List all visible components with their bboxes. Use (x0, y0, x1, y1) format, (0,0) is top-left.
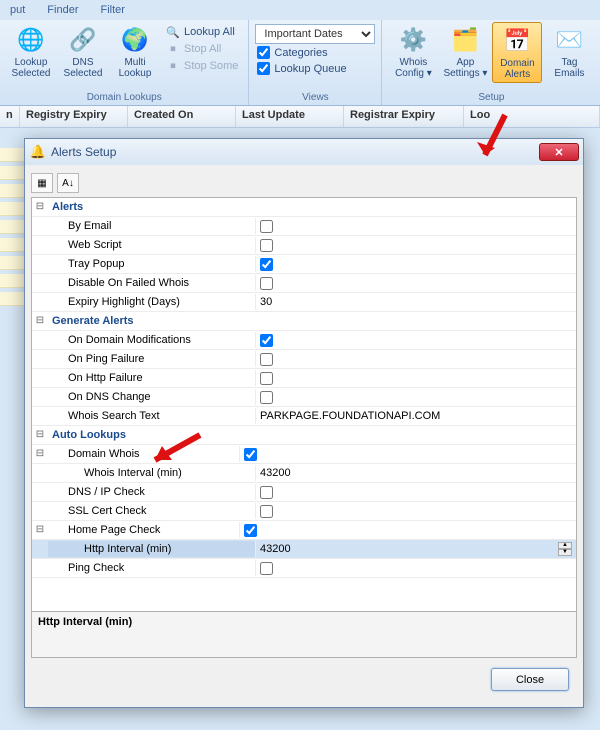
prop-by-email[interactable]: By Email (32, 217, 576, 236)
http-interval-spinner[interactable]: 43200 ▲▼ (260, 542, 572, 556)
prop-home-page[interactable]: ⊟Home Page Check (32, 521, 576, 540)
collapse-icon[interactable]: ⊟ (32, 429, 48, 441)
prop-on-domain-mod[interactable]: On Domain Modifications (32, 331, 576, 350)
close-button[interactable]: ✕ (539, 143, 579, 161)
collapse-icon[interactable]: ⊟ (32, 524, 48, 536)
col-last-update[interactable]: Last Update (236, 106, 344, 127)
gear-globe-icon: ⚙️ (397, 24, 429, 56)
by-email-checkbox[interactable] (260, 220, 273, 233)
group-views: Important Dates Categories Lookup Queue … (249, 20, 382, 105)
prop-on-http-fail[interactable]: On Http Failure (32, 369, 576, 388)
on-domain-mod-checkbox[interactable] (260, 334, 273, 347)
dns-selected-button[interactable]: 🔗 DNS Selected (58, 22, 108, 81)
group-label: Setup (388, 91, 594, 105)
spin-up-icon[interactable]: ▲ (558, 542, 572, 549)
tray-popup-checkbox[interactable] (260, 258, 273, 271)
dialog-title: Alerts Setup (51, 145, 539, 159)
ribbon: 🌐 Lookup Selected 🔗 DNS Selected 🌍 Multi… (0, 20, 600, 106)
stop-icon: ⏹ (166, 59, 180, 73)
expiry-highlight-value[interactable]: 30 (256, 294, 576, 310)
close-dialog-button[interactable]: Close (491, 668, 569, 691)
group-label: Domain Lookups (6, 91, 242, 105)
description-box: Http Interval (min) (31, 612, 577, 658)
col-lookup[interactable]: Loo (464, 106, 600, 127)
prop-http-interval[interactable]: Http Interval (min) 43200 ▲▼ (32, 540, 576, 559)
tab-filter[interactable]: Filter (96, 2, 128, 18)
whois-search-value[interactable]: PARKPAGE.FOUNDATIONAPI.COM (256, 408, 576, 424)
group-label: Views (255, 91, 375, 105)
dns-icon: 🔗 (67, 24, 99, 56)
stop-icon: ⏹ (166, 42, 180, 56)
tab-put[interactable]: put (6, 2, 29, 18)
on-ping-fail-checkbox[interactable] (260, 353, 273, 366)
lookup-selected-button[interactable]: 🌐 Lookup Selected (6, 22, 56, 81)
cat-alerts[interactable]: ⊟Alerts (32, 198, 576, 217)
prop-on-dns-change[interactable]: On DNS Change (32, 388, 576, 407)
mail-tag-icon: ✉️ (553, 24, 585, 56)
prop-disable-failed[interactable]: Disable On Failed Whois (32, 274, 576, 293)
prop-domain-whois[interactable]: ⊟Domain Whois (32, 445, 576, 464)
calendar-alert-icon: 📅 (501, 25, 533, 57)
property-grid[interactable]: ⊟Alerts By Email Web Script Tray Popup D… (31, 197, 577, 612)
categorized-view-button[interactable]: ▦ (31, 173, 53, 193)
tag-emails-button[interactable]: ✉️ Tag Emails (544, 22, 594, 81)
col-created-on[interactable]: Created On (128, 106, 236, 127)
home-page-checkbox[interactable] (244, 524, 257, 537)
domain-alerts-button[interactable]: 📅 Domain Alerts (492, 22, 542, 83)
multi-lookup-button[interactable]: 🌍 Multi Lookup (110, 22, 160, 81)
disable-failed-checkbox[interactable] (260, 277, 273, 290)
group-setup: ⚙️ Whois Config ▾ 🗂️ App Settings ▾ 📅 Do… (382, 20, 600, 105)
col-registry-expiry[interactable]: Registry Expiry (20, 106, 128, 127)
prop-ping-check[interactable]: Ping Check (32, 559, 576, 578)
dns-ip-checkbox[interactable] (260, 486, 273, 499)
group-domain-lookups: 🌐 Lookup Selected 🔗 DNS Selected 🌍 Multi… (0, 20, 249, 105)
ssl-cert-checkbox[interactable] (260, 505, 273, 518)
prop-on-ping-fail[interactable]: On Ping Failure (32, 350, 576, 369)
multi-globe-icon: 🌍 (119, 24, 151, 56)
col-registrar-expiry[interactable]: Registrar Expiry (344, 106, 464, 127)
tab-finder[interactable]: Finder (43, 2, 82, 18)
col-n[interactable]: n (0, 106, 20, 127)
view-combo[interactable]: Important Dates (255, 24, 375, 44)
alerts-setup-dialog: 🔔 Alerts Setup ✕ ▦ A↓ ⊟Alerts By Email W… (24, 138, 584, 708)
dialog-icon: 🔔 (29, 143, 47, 161)
spin-down-icon[interactable]: ▼ (558, 549, 572, 556)
titlebar[interactable]: 🔔 Alerts Setup ✕ (25, 139, 583, 165)
propgrid-toolbar: ▦ A↓ (31, 171, 577, 197)
lookup-all-button[interactable]: 🔍Lookup All (162, 24, 242, 40)
prop-ssl-cert[interactable]: SSL Cert Check (32, 502, 576, 521)
prop-whois-interval[interactable]: Whois Interval (min)43200 (32, 464, 576, 483)
ping-check-checkbox[interactable] (260, 562, 273, 575)
whois-interval-value[interactable]: 43200 (256, 465, 576, 481)
ribbon-tabs: put Finder Filter (0, 0, 600, 20)
on-http-fail-checkbox[interactable] (260, 372, 273, 385)
collapse-icon[interactable]: ⊟ (32, 448, 48, 460)
globe-search-icon: 🌐 (15, 24, 47, 56)
stop-all-button[interactable]: ⏹Stop All (162, 41, 242, 57)
app-settings-button[interactable]: 🗂️ App Settings ▾ (440, 22, 490, 81)
web-script-checkbox[interactable] (260, 239, 273, 252)
prop-tray-popup[interactable]: Tray Popup (32, 255, 576, 274)
prop-dns-ip-check[interactable]: DNS / IP Check (32, 483, 576, 502)
prop-expiry-highlight[interactable]: Expiry Highlight (Days)30 (32, 293, 576, 312)
prop-whois-search-text[interactable]: Whois Search TextPARKPAGE.FOUNDATIONAPI.… (32, 407, 576, 426)
search-icon: 🔍 (166, 25, 180, 39)
stop-some-button[interactable]: ⏹Stop Some (162, 58, 242, 74)
settings-icon: 🗂️ (449, 24, 481, 56)
collapse-icon[interactable]: ⊟ (32, 201, 48, 213)
description-title: Http Interval (min) (38, 616, 570, 628)
on-dns-change-checkbox[interactable] (260, 391, 273, 404)
collapse-icon[interactable]: ⊟ (32, 315, 48, 327)
lookup-queue-checkbox[interactable]: Lookup Queue (255, 61, 375, 76)
alpha-sort-button[interactable]: A↓ (57, 173, 79, 193)
whois-config-button[interactable]: ⚙️ Whois Config ▾ (388, 22, 438, 81)
cat-auto-lookups[interactable]: ⊟Auto Lookups (32, 426, 576, 445)
grid-header: n Registry Expiry Created On Last Update… (0, 106, 600, 128)
domain-whois-checkbox[interactable] (244, 448, 257, 461)
cat-generate-alerts[interactable]: ⊟Generate Alerts (32, 312, 576, 331)
categories-checkbox[interactable]: Categories (255, 45, 375, 60)
grid-rows-blurred (0, 148, 24, 306)
prop-web-script[interactable]: Web Script (32, 236, 576, 255)
